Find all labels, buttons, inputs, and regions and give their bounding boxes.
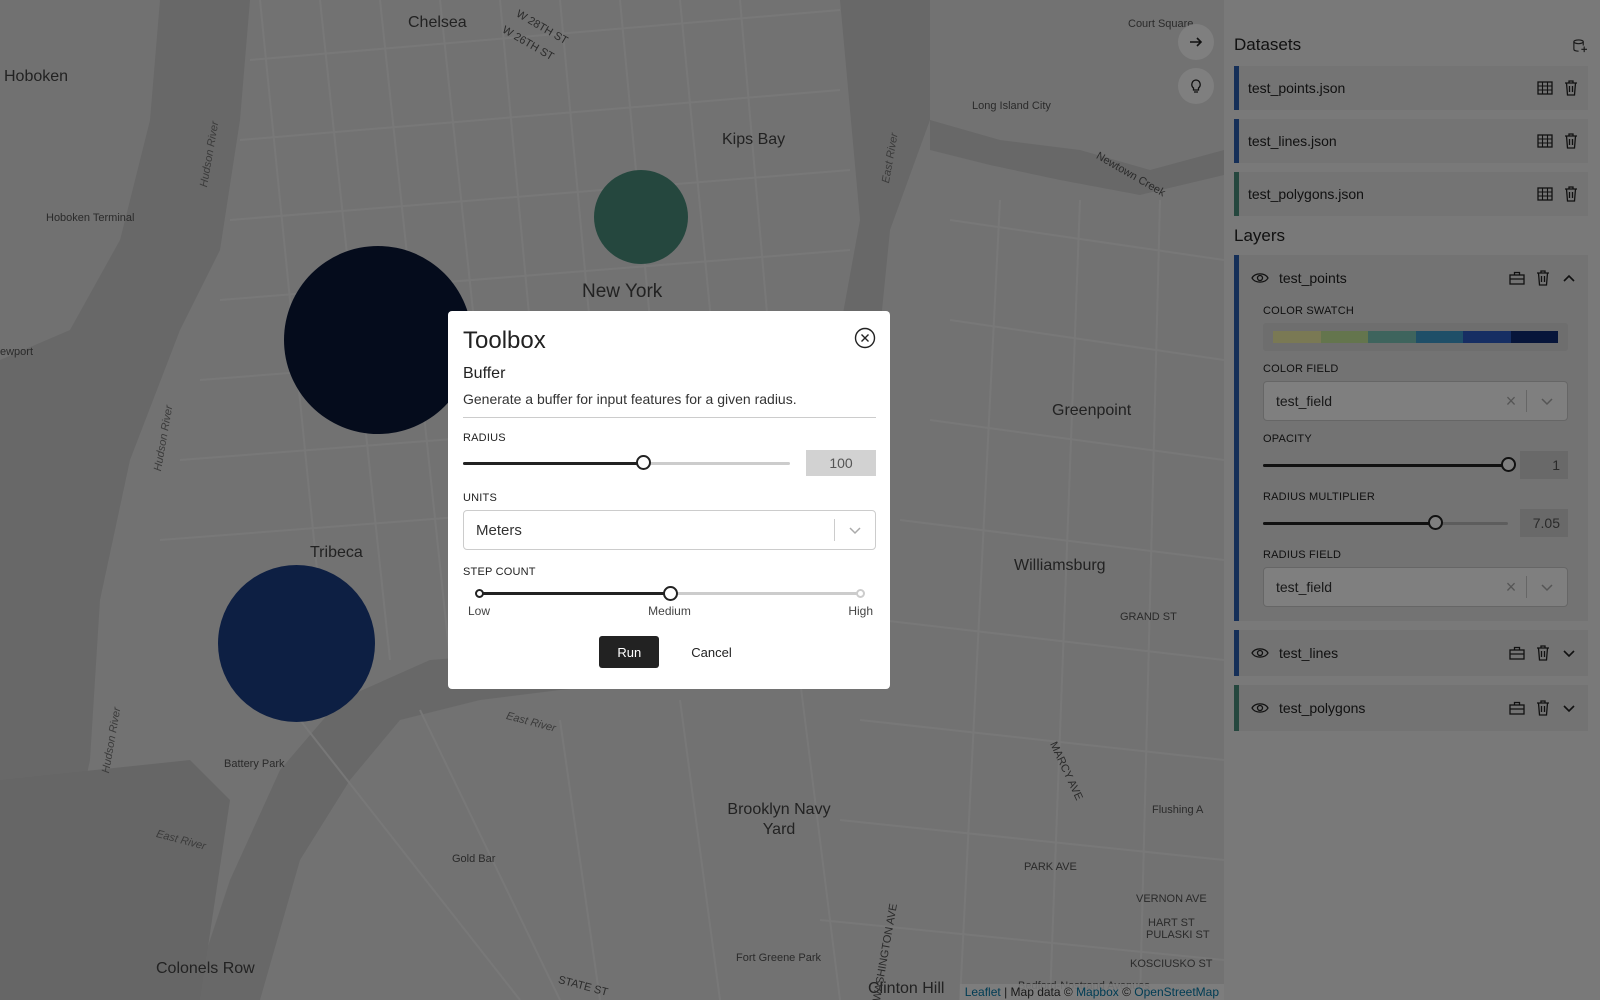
chevron-down-icon <box>849 527 861 535</box>
step-count-label: STEP COUNT <box>463 566 536 578</box>
close-button[interactable] <box>854 327 876 349</box>
step-count-slider[interactable]: Low Medium High <box>463 584 876 622</box>
step-medium-label: Medium <box>648 604 691 618</box>
run-button[interactable]: Run <box>599 636 660 668</box>
tool-description: Generate a buffer for input features for… <box>463 391 876 418</box>
step-high-label: High <box>848 604 873 618</box>
slider-thumb[interactable] <box>635 455 651 470</box>
dropdown-button[interactable] <box>835 525 875 535</box>
radius-label: RADIUS <box>463 432 506 444</box>
close-icon <box>854 327 876 349</box>
tool-name: Buffer <box>463 365 506 382</box>
units-select[interactable]: Meters <box>463 510 876 550</box>
step-mark-low <box>475 589 484 598</box>
slider-fill <box>463 462 643 465</box>
cancel-button[interactable]: Cancel <box>683 645 739 660</box>
radius-input[interactable]: 100 <box>806 450 876 476</box>
step-fill <box>479 592 670 595</box>
units-label: UNITS <box>463 492 497 504</box>
toolbox-dialog: Toolbox Buffer Generate a buffer for inp… <box>448 311 890 689</box>
step-mark-high <box>856 589 865 598</box>
dialog-actions: Run Cancel <box>463 636 876 668</box>
step-low-label: Low <box>468 604 491 618</box>
units-value: Meters <box>476 521 522 539</box>
radius-slider[interactable] <box>463 455 790 471</box>
radius-control: 100 <box>463 450 876 476</box>
dialog-title: Toolbox <box>463 327 546 354</box>
step-thumb[interactable] <box>662 586 678 601</box>
